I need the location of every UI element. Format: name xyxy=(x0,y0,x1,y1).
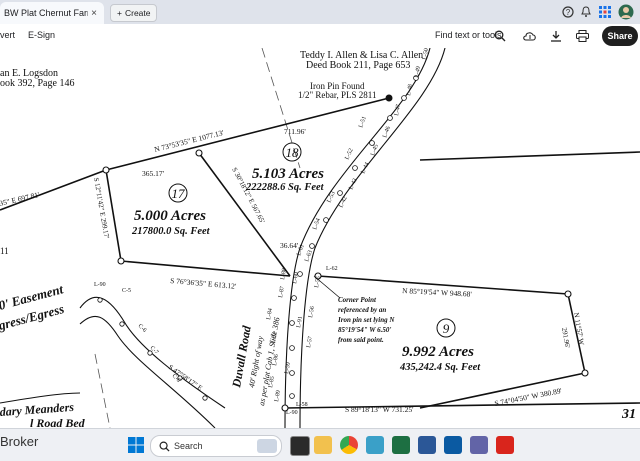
corner-note-5: from said point. xyxy=(338,336,384,344)
create-label: Create xyxy=(124,8,151,18)
bearing-n85: N 85°19'54" W 948.68' xyxy=(402,286,473,299)
survey-plat-drawing: an E. Logsdon ook 392, Page 146 Teddy I.… xyxy=(0,48,640,428)
iron-pin-marker xyxy=(385,94,393,102)
esign-button[interactable]: E-Sign xyxy=(28,30,55,40)
line-segment-label: L-89 xyxy=(274,390,282,403)
browser-tab-strip: BW Plat Chernut Farms ... × + Create ? xyxy=(0,0,640,24)
line-segment-label: C-5 xyxy=(122,288,131,294)
file-explorer-icon[interactable] xyxy=(314,436,332,454)
dist-29196: 291.96' xyxy=(560,327,571,349)
pdf-document-view: an E. Logsdon ook 392, Page 146 Teddy I.… xyxy=(0,48,640,428)
corner-note-4: 85°19'54" W 6.50' xyxy=(338,326,391,334)
excel-icon[interactable] xyxy=(392,436,410,454)
app-icon[interactable] xyxy=(366,436,384,454)
lot18-sqft: 222288.6 Sq. Feet xyxy=(245,182,325,193)
line-segment-label: L-48 xyxy=(406,84,414,97)
bearing-left: 35" E 697.81' xyxy=(0,190,41,208)
line-segment-label: L-86 xyxy=(272,354,280,367)
search-icon[interactable] xyxy=(492,28,508,44)
lot9-sqft: 435,242.4 Sq. Feet xyxy=(399,362,481,373)
create-button[interactable]: + Create xyxy=(110,4,158,22)
line-segment-label: L-47 xyxy=(394,104,402,117)
owner-left-line2: ook 392, Page 146 xyxy=(0,78,74,89)
line-segment-label: L-56 xyxy=(308,306,316,319)
tab-title: BW Plat Chernut Farms ... xyxy=(4,8,88,18)
bearing-w17: S 12°11'42" E 299.17' xyxy=(92,177,111,239)
bearing-top: N 73°53'35" E 1077.13' xyxy=(153,128,225,154)
line-segment-label: L-55 xyxy=(314,276,322,289)
line-segment-label: C-6 xyxy=(137,323,148,334)
chrome-icon[interactable] xyxy=(340,436,358,454)
print-icon[interactable] xyxy=(574,28,590,44)
windows-taskbar: Broker Search xyxy=(0,428,640,461)
dist-365: 365.17' xyxy=(142,169,165,178)
line-segment-label: L-88 xyxy=(280,268,288,281)
search-highlight-icon xyxy=(257,439,277,453)
lot9-acres: 9.992 Acres xyxy=(402,344,474,360)
apps-grid-icon[interactable] xyxy=(597,4,613,20)
close-icon[interactable]: × xyxy=(88,8,100,19)
share-button[interactable]: Share xyxy=(602,26,638,46)
meanders-line2: l Road Bed xyxy=(30,416,86,428)
line-segment-label: L-53 xyxy=(326,191,336,204)
lot17-sqft: 217800.0 Sq. Feet xyxy=(131,226,211,237)
avatar[interactable] xyxy=(618,4,634,20)
windows-start-icon[interactable] xyxy=(128,437,144,453)
line-segment-label: L-85 xyxy=(268,376,276,389)
search-label: Search xyxy=(174,441,203,451)
owner-top-line2: Deed Book 211, Page 653 xyxy=(306,60,410,71)
task-view-icon[interactable] xyxy=(290,436,310,456)
line-segment-label: L-52 xyxy=(344,148,354,161)
acrobat-icon[interactable] xyxy=(496,436,514,454)
line-segment-label: L-62 xyxy=(326,266,338,272)
teams-icon[interactable] xyxy=(470,436,488,454)
lot17-acres: 5.000 Acres xyxy=(134,208,206,224)
line-segment-label: L-87 xyxy=(278,286,286,299)
lot18-number: 18 xyxy=(286,145,300,160)
taskbar-search[interactable]: Search xyxy=(150,435,282,457)
plus-icon: + xyxy=(117,8,122,18)
corner-note-1: Corner Point xyxy=(338,296,377,304)
dist-3664: 36.64' xyxy=(280,241,299,250)
calculator-icon[interactable] xyxy=(444,436,462,454)
taskbar-left-label: Broker xyxy=(0,434,39,449)
line-segment-label: L-90 xyxy=(286,410,298,416)
lot18-acres: 5.103 Acres xyxy=(252,166,324,182)
dist-711: 711.96' xyxy=(284,127,306,136)
convert-button[interactable]: vert xyxy=(0,30,15,40)
bearing-s76: S 76°36'35" E 613.12' xyxy=(170,276,237,291)
line-segment-label: L-42 xyxy=(338,196,348,209)
line-segment-label: L-51 xyxy=(358,116,368,129)
line-segment-label: L-50 xyxy=(422,48,430,60)
line-segment-label: L-43 xyxy=(348,178,358,191)
lot17-number: 17 xyxy=(172,186,186,201)
line-segment-label: L-49 xyxy=(414,66,422,79)
save-cloud-icon[interactable] xyxy=(522,28,538,44)
search-icon xyxy=(159,441,170,452)
help-icon[interactable]: ? xyxy=(560,4,576,20)
line-segment-label: L-44 xyxy=(360,162,370,175)
word-icon[interactable] xyxy=(418,436,436,454)
browser-tab[interactable]: BW Plat Chernut Farms ... × xyxy=(0,2,104,24)
corner-note-2: referenced by an xyxy=(338,306,386,314)
left-number: 11 xyxy=(0,246,9,256)
line-segment-label: L-58 xyxy=(296,402,308,408)
line-segment-label: L-60 xyxy=(292,272,300,285)
right-number: 31 xyxy=(621,407,636,422)
iron-pin-line2: 1/2" Rebar, PLS 2811 xyxy=(298,90,376,100)
corner-note-3: Iron pin set lying N xyxy=(337,316,395,324)
bearing-s89: S 89°18'13" W 731.25' xyxy=(345,405,414,414)
svg-text:?: ? xyxy=(566,8,571,17)
bearing-n11: N 11°57' W xyxy=(572,312,586,346)
line-segment-label: L-90 xyxy=(94,282,106,288)
notifications-icon[interactable] xyxy=(578,4,594,20)
pdf-toolbar: vert E-Sign Find text or tools Share xyxy=(0,24,640,49)
line-segment-label: L-57 xyxy=(306,336,314,349)
download-icon[interactable] xyxy=(548,28,564,44)
lot9-number: 9 xyxy=(443,321,450,336)
